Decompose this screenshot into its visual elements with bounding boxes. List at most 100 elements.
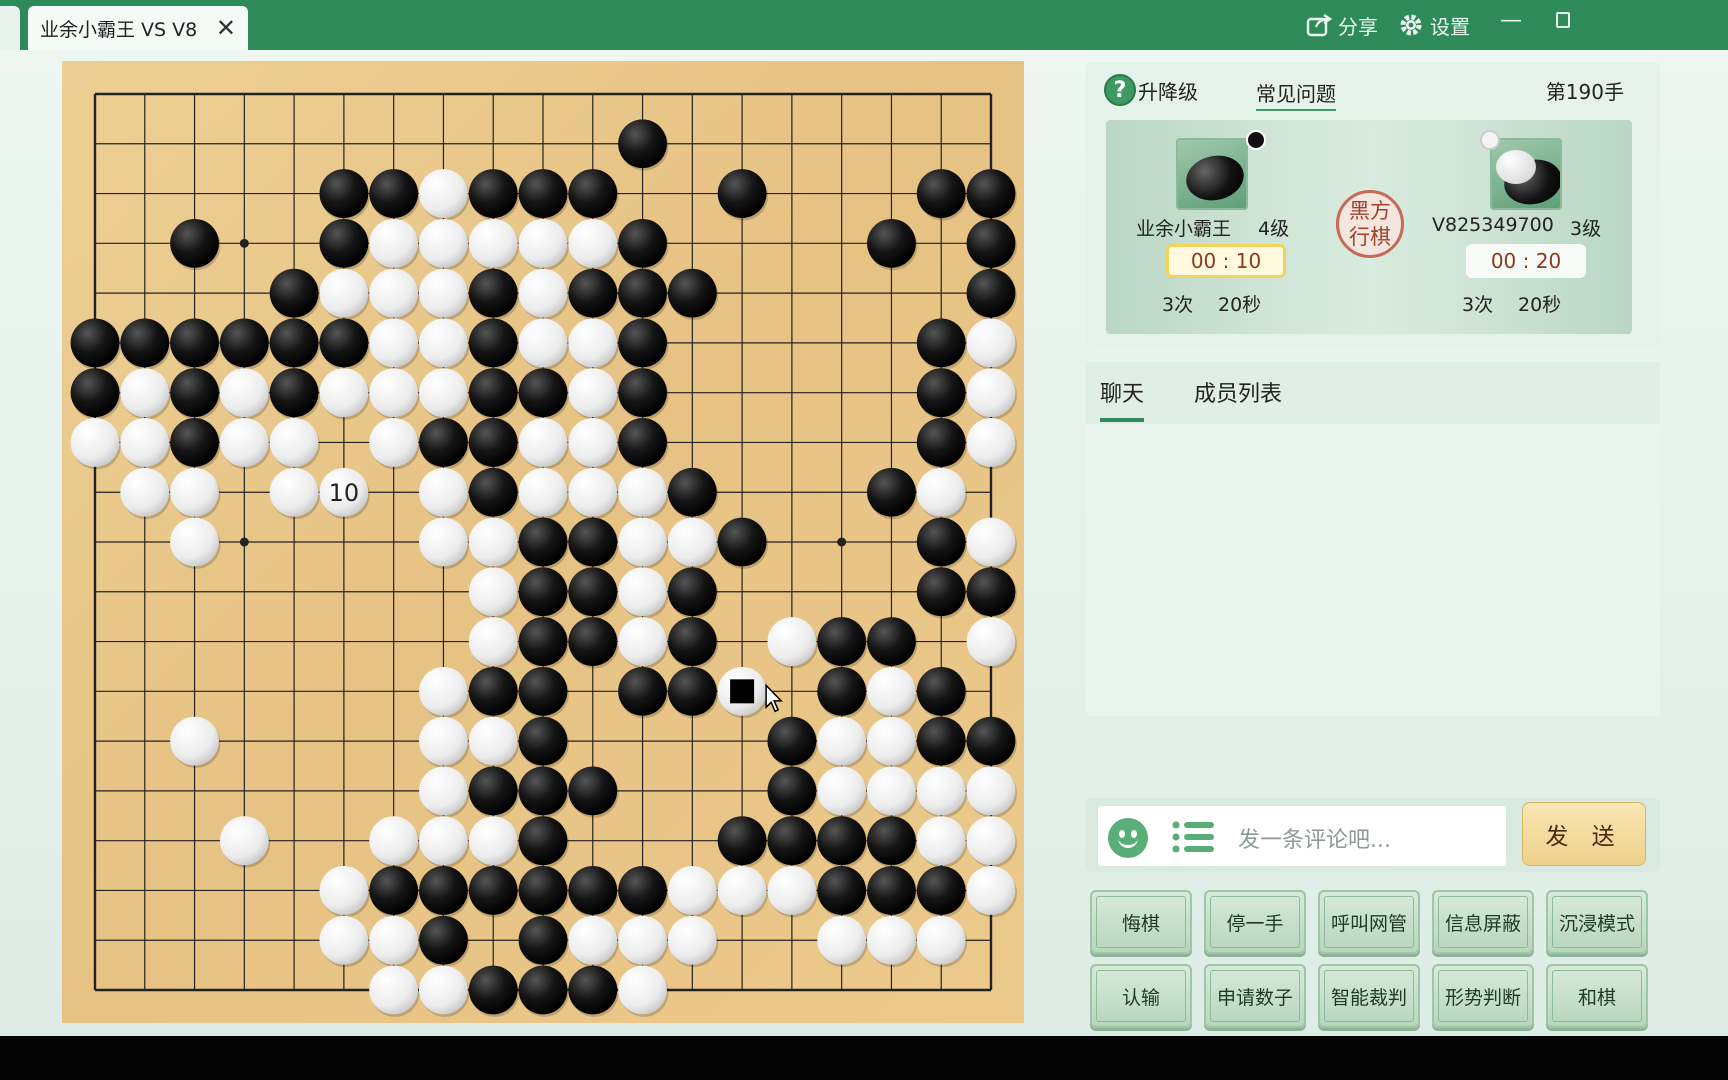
white-stone[interactable] xyxy=(419,467,468,517)
black-stone[interactable] xyxy=(817,816,867,866)
white-stone[interactable] xyxy=(219,418,269,467)
black-stone[interactable] xyxy=(568,517,618,567)
black-stone[interactable] xyxy=(468,666,518,716)
white-stone[interactable] xyxy=(419,368,468,418)
black-stone[interactable] xyxy=(618,666,667,716)
black-stone[interactable] xyxy=(219,318,269,368)
white-stone[interactable] xyxy=(618,567,667,617)
white-stone[interactable] xyxy=(618,467,667,517)
black-stone[interactable] xyxy=(70,318,120,368)
white-stone[interactable] xyxy=(966,368,1016,418)
white-stone[interactable] xyxy=(518,268,568,318)
white-stone[interactable] xyxy=(419,268,468,318)
black-stone[interactable] xyxy=(319,169,369,218)
white-stone[interactable] xyxy=(170,517,219,567)
black-stone[interactable] xyxy=(867,866,916,915)
white-stone[interactable] xyxy=(767,617,817,666)
black-stone[interactable] xyxy=(717,517,767,567)
white-stone[interactable] xyxy=(468,567,518,617)
white-stone[interactable] xyxy=(369,816,419,866)
white-stone[interactable] xyxy=(966,318,1016,368)
white-stone[interactable] xyxy=(419,965,468,1015)
white-stone[interactable] xyxy=(717,866,767,915)
black-stone[interactable] xyxy=(568,268,618,318)
black-stone[interactable] xyxy=(717,169,767,218)
black-stone[interactable] xyxy=(618,268,667,318)
white-stone[interactable] xyxy=(966,816,1016,866)
white-stone[interactable] xyxy=(419,169,468,218)
settings-button[interactable]: 设置 xyxy=(1398,10,1470,40)
send-button[interactable]: 发 送 xyxy=(1522,802,1646,866)
white-stone[interactable] xyxy=(170,467,219,517)
black-stone[interactable] xyxy=(717,816,767,866)
pass-button[interactable]: 停一手 xyxy=(1204,890,1306,954)
faq-link[interactable]: 常见问题 xyxy=(1256,78,1336,111)
black-stone[interactable] xyxy=(966,268,1016,318)
white-stone[interactable] xyxy=(667,517,717,567)
black-stone[interactable] xyxy=(916,866,966,915)
call-admin-button[interactable]: 呼叫网管 xyxy=(1318,890,1420,954)
white-stone[interactable] xyxy=(916,816,966,866)
black-stone[interactable] xyxy=(767,816,817,866)
black-stone[interactable] xyxy=(319,318,369,368)
black-stone[interactable] xyxy=(170,368,219,418)
black-stone[interactable] xyxy=(269,268,319,318)
black-stone[interactable] xyxy=(867,467,916,517)
white-stone[interactable] xyxy=(120,368,170,418)
white-stone[interactable] xyxy=(369,318,419,368)
black-stone[interactable] xyxy=(817,666,867,716)
white-stone[interactable] xyxy=(70,418,120,467)
white-stone[interactable] xyxy=(468,816,518,866)
black-stone[interactable] xyxy=(667,666,717,716)
white-stone[interactable] xyxy=(817,915,867,965)
black-stone[interactable] xyxy=(966,567,1016,617)
black-stone[interactable] xyxy=(618,119,667,169)
black-stone[interactable] xyxy=(120,318,170,368)
white-stone[interactable] xyxy=(120,467,170,517)
black-stone[interactable] xyxy=(916,318,966,368)
white-stone[interactable] xyxy=(568,318,618,368)
black-stone[interactable] xyxy=(568,766,618,816)
white-stone[interactable] xyxy=(568,218,618,268)
black-stone[interactable] xyxy=(468,418,518,467)
white-stone[interactable] xyxy=(468,617,518,666)
black-stone[interactable] xyxy=(916,666,966,716)
black-stone[interactable] xyxy=(767,766,817,816)
white-stone[interactable] xyxy=(966,866,1016,915)
black-stone[interactable] xyxy=(468,368,518,418)
white-stone[interactable] xyxy=(120,418,170,467)
comment-input[interactable]: 发一条评论吧... xyxy=(1098,806,1506,866)
close-tab-icon[interactable]: ✕ xyxy=(216,14,236,42)
emoji-icon[interactable] xyxy=(1108,818,1148,858)
black-stone[interactable] xyxy=(269,368,319,418)
white-stone[interactable] xyxy=(568,915,618,965)
black-stone[interactable] xyxy=(618,218,667,268)
maximize-button[interactable] xyxy=(1556,12,1570,28)
black-stone[interactable] xyxy=(518,617,568,666)
white-stone[interactable] xyxy=(369,218,419,268)
white-stone[interactable] xyxy=(568,368,618,418)
black-stone[interactable] xyxy=(916,368,966,418)
black-stone[interactable] xyxy=(518,716,568,766)
upgrade-help[interactable]: ? 升降级 xyxy=(1104,74,1198,106)
tab-members[interactable]: 成员列表 xyxy=(1194,376,1282,418)
black-stone[interactable] xyxy=(966,169,1016,218)
white-stone[interactable] xyxy=(319,866,369,915)
black-stone[interactable] xyxy=(170,418,219,467)
white-stone[interactable] xyxy=(369,368,419,418)
immersive-mode-button[interactable]: 沉浸模式 xyxy=(1546,890,1648,954)
white-stone[interactable] xyxy=(419,716,468,766)
black-stone[interactable] xyxy=(568,965,618,1015)
black-stone[interactable] xyxy=(916,169,966,218)
black-stone[interactable] xyxy=(419,915,468,965)
black-stone[interactable] xyxy=(468,766,518,816)
black-stone[interactable] xyxy=(966,716,1016,766)
black-stone[interactable] xyxy=(867,816,916,866)
white-player-avatar[interactable] xyxy=(1490,138,1562,210)
white-stone[interactable] xyxy=(419,218,468,268)
white-stone[interactable] xyxy=(468,517,518,567)
black-stone[interactable] xyxy=(966,218,1016,268)
black-stone[interactable] xyxy=(468,467,518,517)
white-stone[interactable] xyxy=(817,716,867,766)
black-stone[interactable] xyxy=(618,318,667,368)
